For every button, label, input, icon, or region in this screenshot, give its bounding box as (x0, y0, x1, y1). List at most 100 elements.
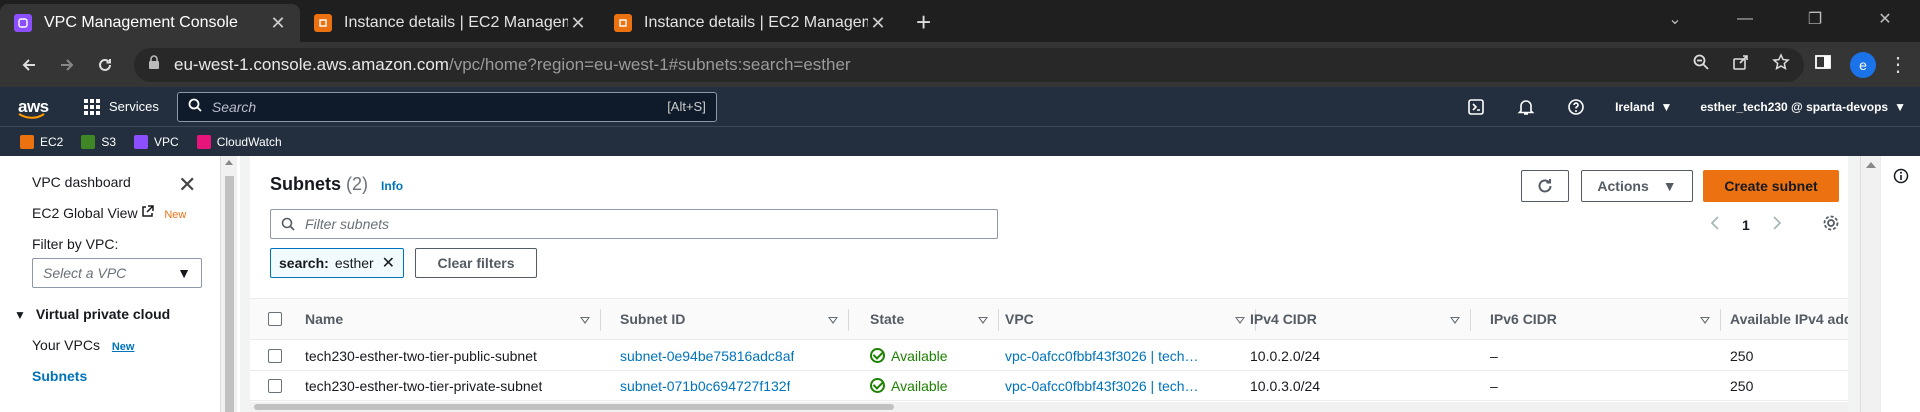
column-divider[interactable] (998, 309, 999, 331)
row-checkbox[interactable] (250, 348, 300, 363)
browser-tab-ec2-1[interactable]: Instance details | EC2 Manageme ✕ (300, 4, 600, 42)
content-scrollbar[interactable] (1860, 156, 1880, 412)
caret-down-icon: ▼ (1894, 99, 1906, 114)
aws-logo[interactable]: aws (18, 97, 70, 119)
col-header-ipv4-cidr[interactable]: IPv4 CIDR (1250, 311, 1317, 327)
table-row[interactable]: tech230-esther-two-tier-public-subnet su… (250, 341, 1848, 371)
column-divider[interactable] (1720, 309, 1721, 331)
cell-vpc-link[interactable]: vpc-0afcc0fbbf43f3026 | tech… (1005, 348, 1205, 364)
browser-tab-ec2-2[interactable]: Instance details | EC2 Manageme ✕ (600, 4, 900, 42)
account-menu[interactable]: esther_tech230 @ sparta-devops ▼ (1686, 100, 1920, 114)
cell-ipv4-cidr: 10.0.3.0/24 (1250, 377, 1321, 394)
close-tab-icon[interactable]: ✕ (268, 13, 288, 34)
external-link-icon (141, 205, 158, 221)
sidebar: ✕ VPC dashboard EC2 Global View New Filt… (0, 156, 220, 412)
cell-vpc-link[interactable]: vpc-0afcc0fbbf43f3026 | tech… (1005, 378, 1205, 394)
help-icon[interactable] (1551, 98, 1601, 116)
col-header-name[interactable]: Name (305, 311, 343, 327)
col-header-available-ipv4[interactable]: Available IPv4 addre (1730, 311, 1848, 327)
col-header-ipv6-cidr[interactable]: IPv6 CIDR (1490, 311, 1557, 327)
vpc-favicon-icon (14, 14, 32, 32)
close-window-icon[interactable]: ✕ (1850, 0, 1920, 38)
reload-icon[interactable] (88, 48, 122, 82)
vpc-select[interactable]: Select a VPC ▼ (32, 258, 202, 288)
vpc-service-icon (134, 134, 149, 149)
sort-icon[interactable] (580, 317, 590, 324)
sort-icon[interactable] (978, 317, 988, 324)
new-tab-icon[interactable]: + (916, 7, 931, 38)
close-sidebar-icon[interactable]: ✕ (178, 172, 196, 198)
prev-page-icon[interactable] (1710, 216, 1720, 233)
favorite-vpc[interactable]: VPC (134, 134, 179, 149)
url-field[interactable]: eu-west-1.console.aws.amazon.com/vpc/hom… (134, 47, 1804, 82)
actions-button[interactable]: Actions ▼ (1581, 170, 1693, 202)
col-header-subnet-id[interactable]: Subnet ID (620, 311, 685, 327)
page-number[interactable]: 1 (1742, 217, 1750, 233)
column-divider[interactable] (1470, 309, 1471, 331)
favorite-cloudwatch[interactable]: CloudWatch (196, 134, 282, 149)
scroll-up-icon[interactable] (1866, 162, 1876, 168)
next-page-icon[interactable] (1772, 216, 1782, 233)
sort-icon[interactable] (1700, 317, 1710, 324)
scroll-up-icon[interactable] (225, 160, 233, 165)
sidebar-section-virtual-private-cloud[interactable]: ▼ Virtual private cloud (14, 306, 220, 322)
close-tab-icon[interactable]: ✕ (868, 13, 888, 34)
sort-icon[interactable] (1450, 317, 1460, 324)
sidebar-item-subnets[interactable]: Subnets (32, 368, 220, 384)
col-header-vpc[interactable]: VPC (1005, 311, 1034, 327)
settings-gear-icon[interactable] (1822, 214, 1840, 235)
url-host: eu-west-1.console.aws.amazon.com (174, 54, 449, 74)
minimize-icon[interactable]: — (1710, 0, 1780, 38)
sidebar-item-ec2-global-view[interactable]: EC2 Global View New (32, 205, 220, 221)
table-horizontal-scrollbar[interactable] (250, 402, 1848, 412)
tab-search-icon[interactable]: ⌄ (1640, 0, 1710, 38)
lock-icon[interactable] (148, 55, 160, 74)
share-icon[interactable] (1732, 53, 1750, 76)
sidebar-scrollbar[interactable] (220, 156, 237, 412)
forward-icon[interactable] (50, 48, 84, 82)
select-all-checkbox[interactable] (250, 312, 300, 326)
region-selector[interactable]: Ireland ▼ (1601, 100, 1686, 114)
create-subnet-button[interactable]: Create subnet (1703, 170, 1839, 202)
scrollbar-thumb[interactable] (225, 176, 234, 412)
remove-token-icon[interactable]: ✕ (382, 253, 395, 273)
close-tab-icon[interactable]: ✕ (568, 13, 588, 34)
cloudshell-icon[interactable] (1451, 98, 1501, 116)
services-menu-button[interactable]: Services (84, 98, 159, 115)
back-icon[interactable] (12, 48, 46, 82)
clear-filters-button[interactable]: Clear filters (415, 248, 537, 278)
scrollbar-thumb[interactable] (254, 404, 894, 410)
sidebar-item-label: Your VPCs (32, 337, 100, 353)
zoom-icon[interactable] (1692, 53, 1710, 76)
filter-token[interactable]: search: esther ✕ (270, 248, 404, 278)
col-header-state[interactable]: State (870, 311, 904, 327)
restore-icon[interactable]: ❐ (1780, 0, 1850, 38)
cell-ipv6-cidr: – (1490, 347, 1498, 364)
search-icon (281, 217, 295, 231)
table-row[interactable]: tech230-esther-two-tier-private-subnet s… (250, 371, 1848, 401)
favorite-s3[interactable]: S3 (81, 134, 116, 149)
profile-avatar[interactable]: e (1850, 51, 1876, 78)
refresh-button[interactable] (1521, 170, 1569, 202)
favorite-ec2[interactable]: EC2 (20, 134, 63, 149)
main-area: ✕ VPC dashboard EC2 Global View New Filt… (0, 156, 1920, 412)
browser-tab-vpc[interactable]: VPC Management Console ✕ (0, 4, 300, 42)
sidebar-item-label: EC2 Global View (32, 205, 138, 221)
info-circle-icon[interactable] (1893, 168, 1909, 189)
cell-subnet-id-link[interactable]: subnet-0e94be75816adc8af (620, 348, 794, 364)
row-checkbox[interactable] (250, 378, 300, 393)
info-link[interactable]: Info (381, 179, 403, 193)
bookmark-star-icon[interactable] (1772, 53, 1790, 76)
filter-subnets-input[interactable]: Filter subnets (270, 209, 998, 239)
sort-icon[interactable] (1235, 317, 1245, 324)
aws-search-input[interactable]: Search [Alt+S] (176, 91, 717, 122)
state-label: Available (891, 347, 948, 364)
sort-icon[interactable] (828, 317, 838, 324)
column-divider[interactable] (600, 309, 601, 331)
side-panel-icon[interactable] (1814, 53, 1832, 76)
notifications-bell-icon[interactable] (1501, 98, 1551, 116)
sidebar-item-your-vpcs[interactable]: Your VPCs New (32, 337, 220, 353)
column-divider[interactable] (848, 309, 849, 331)
cell-subnet-id-link[interactable]: subnet-071b0c694727f132f (620, 378, 790, 394)
browser-menu-icon[interactable]: ⋮ (1888, 55, 1908, 75)
